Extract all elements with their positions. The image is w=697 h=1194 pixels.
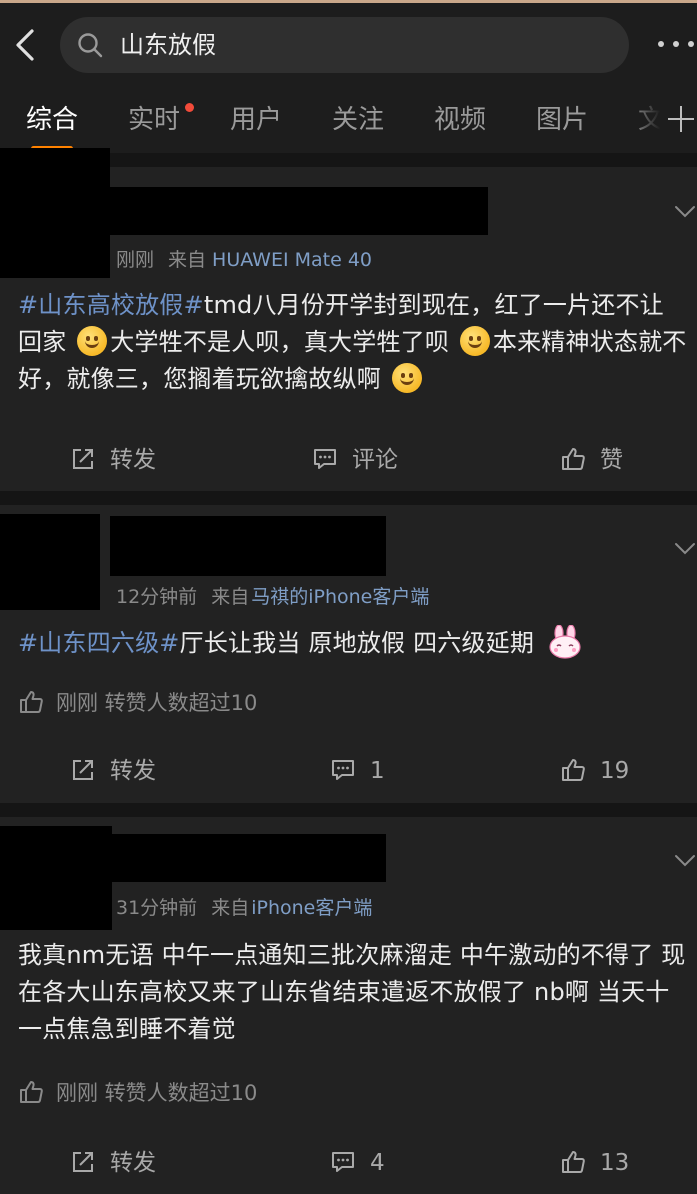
action-bar: 转发 评论 赞 xyxy=(0,440,697,480)
smile-emoji-icon xyxy=(391,363,422,393)
chevron-down-icon[interactable] xyxy=(674,854,696,868)
tab-comprehensive[interactable]: 综合 xyxy=(26,100,78,140)
add-tab-icon[interactable] xyxy=(668,106,694,132)
redacted-username xyxy=(110,187,488,235)
source-prefix: 来自 xyxy=(211,586,250,608)
forward-button[interactable]: 转发 xyxy=(70,440,156,480)
thumbs-up-icon xyxy=(20,1081,43,1103)
like-info: 刚刚 转赞人数超过10 xyxy=(18,688,257,718)
post-source[interactable]: iPhone客户端 xyxy=(251,897,372,919)
comment-button[interactable]: 评论 xyxy=(312,440,398,480)
forward-label: 转发 xyxy=(110,447,156,473)
source-prefix: 来自 xyxy=(211,897,250,919)
post-meta: 31分钟前 来自 iPhone客户端 xyxy=(116,893,372,920)
comment-button[interactable]: 4 xyxy=(330,1143,385,1183)
header: 山东放假 综合 实时 用户 关注 视频 图片 文 xyxy=(0,3,697,153)
chevron-down-icon[interactable] xyxy=(674,205,696,219)
post-text: #山东高校放假#tmd八月份开学封到现在，红了一片还不让回家 大学牲不是人呗，真… xyxy=(18,287,688,398)
redacted-username xyxy=(112,834,386,882)
comment-label: 评论 xyxy=(352,447,398,473)
tab-bar: 综合 实时 用户 关注 视频 图片 文 xyxy=(0,100,697,151)
like-info-text: 刚刚 转赞人数超过10 xyxy=(56,1081,258,1105)
comment-icon xyxy=(332,760,354,780)
post-source[interactable]: HUAWEI Mate 40 xyxy=(212,249,372,271)
like-button[interactable]: 19 xyxy=(560,751,629,791)
action-bar: 转发 4 13 xyxy=(0,1143,697,1183)
more-icon[interactable] xyxy=(656,37,696,53)
redacted-avatar xyxy=(0,826,112,930)
smile-emoji-icon xyxy=(459,326,490,356)
post-text: #山东四六级#厅长让我当 原地放假 四六级延期 xyxy=(18,625,688,662)
like-info: 刚刚 转赞人数超过10 xyxy=(18,1078,257,1108)
card-separator xyxy=(0,803,697,817)
tab-video[interactable]: 视频 xyxy=(434,100,486,140)
post-text-part: 大学牲不是人呗，真大学牲了呗 xyxy=(110,328,450,356)
forward-button[interactable]: 转发 xyxy=(70,1143,156,1183)
post-meta: 12分钟前 来自 马祺的iPhone客户端 xyxy=(116,582,429,609)
post-text: 我真nm无语 中午一点通知三批次麻溜走 中午激动的不得了 现在各大山东高校又来了… xyxy=(18,941,686,1043)
like-label: 赞 xyxy=(600,447,623,473)
post-time: 刚刚 xyxy=(116,249,155,271)
card-separator xyxy=(0,491,697,505)
search-icon xyxy=(78,33,103,58)
forward-icon xyxy=(73,1152,93,1172)
comment-count: 4 xyxy=(370,1150,385,1176)
comment-icon xyxy=(332,1152,354,1172)
action-bar: 转发 1 19 xyxy=(0,751,697,791)
forward-icon xyxy=(73,449,93,469)
source-prefix: 来自 xyxy=(168,249,207,271)
hashtag-link[interactable]: #山东四六级# xyxy=(18,629,180,657)
search-query: 山东放假 xyxy=(120,31,216,59)
redacted-avatar xyxy=(0,514,100,610)
post-time: 31分钟前 xyxy=(116,897,198,919)
tab-users[interactable]: 用户 xyxy=(230,100,282,140)
post-meta: 刚刚 来自 HUAWEI Mate 40 xyxy=(116,245,372,272)
post-time: 12分钟前 xyxy=(116,586,198,608)
tab-following[interactable]: 关注 xyxy=(332,100,384,140)
thumbs-up-icon xyxy=(562,448,585,470)
realtime-badge-dot xyxy=(185,103,194,112)
post-text-part: 厅长让我当 原地放假 四六级延期 xyxy=(179,629,535,657)
forward-label: 转发 xyxy=(110,758,156,784)
thumbs-up-icon xyxy=(20,691,43,713)
redacted-username xyxy=(110,516,386,576)
tab-realtime[interactable]: 实时 xyxy=(128,100,180,140)
smile-emoji-icon xyxy=(77,326,108,356)
like-button[interactable]: 13 xyxy=(560,1143,629,1183)
forward-button[interactable]: 转发 xyxy=(70,751,156,791)
back-arrow-icon[interactable] xyxy=(10,25,44,65)
post-source[interactable]: 马祺的iPhone客户端 xyxy=(251,586,429,608)
like-count: 13 xyxy=(600,1150,630,1176)
like-info-text: 刚刚 转赞人数超过10 xyxy=(56,691,258,715)
like-button[interactable]: 赞 xyxy=(560,440,623,480)
tab-images[interactable]: 图片 xyxy=(536,100,588,140)
comment-button[interactable]: 1 xyxy=(330,751,385,791)
hashtag-link[interactable]: #山东高校放假# xyxy=(18,291,204,319)
forward-icon xyxy=(73,760,93,780)
forward-label: 转发 xyxy=(110,1150,156,1176)
search-input[interactable]: 山东放假 xyxy=(60,17,629,73)
comment-count: 1 xyxy=(370,758,385,784)
chevron-down-icon[interactable] xyxy=(674,542,696,556)
thumbs-up-icon xyxy=(562,1151,585,1173)
like-count: 19 xyxy=(600,758,630,784)
bunny-emoji-icon xyxy=(549,625,581,659)
thumbs-up-icon xyxy=(562,759,585,781)
redacted-avatar xyxy=(0,148,110,278)
comment-icon xyxy=(314,449,336,469)
